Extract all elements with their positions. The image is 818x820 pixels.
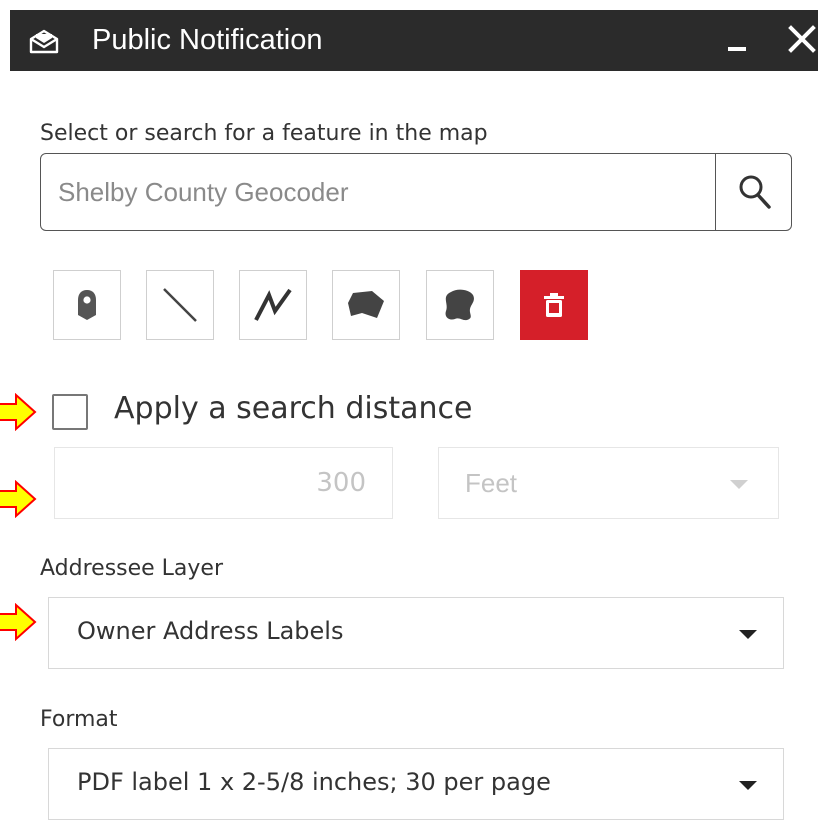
chevron-down-icon	[739, 630, 757, 639]
trash-icon	[544, 293, 564, 317]
addressee-layer-value: Owner Address Labels	[77, 617, 344, 645]
clear-drawing-button[interactable]	[520, 270, 588, 340]
panel-title: Public Notification	[92, 24, 323, 56]
search-label: Select or search for a feature in the ma…	[40, 121, 488, 146]
draw-line-button[interactable]	[146, 270, 214, 340]
chevron-down-icon	[730, 480, 748, 489]
callout-arrow-icon	[0, 480, 37, 518]
panel-header: Public Notification	[10, 10, 818, 71]
line-icon	[163, 288, 197, 322]
draw-polygon-button[interactable]	[332, 270, 400, 340]
search-button[interactable]	[715, 154, 791, 230]
search-distance-label[interactable]: Apply a search distance	[114, 391, 472, 426]
search-box	[40, 153, 792, 231]
search-icon	[739, 175, 771, 209]
distance-unit-value: Feet	[465, 468, 518, 498]
format-label: Format	[40, 707, 118, 732]
draw-polyline-button[interactable]	[239, 270, 307, 340]
draw-freehand-polygon-button[interactable]	[426, 270, 494, 340]
addressee-layer-label: Addressee Layer	[40, 556, 224, 581]
callout-arrow-icon	[0, 393, 37, 431]
distance-unit-select[interactable]: Feet	[438, 447, 779, 519]
distance-input[interactable]	[54, 447, 393, 519]
envelope-icon	[29, 29, 59, 54]
polygon-icon	[348, 291, 384, 318]
format-value: PDF label 1 x 2-5/8 inches; 30 per page	[77, 768, 551, 796]
map-pin-icon	[78, 290, 96, 320]
freehand-polygon-icon	[445, 289, 474, 321]
addressee-layer-select[interactable]: Owner Address Labels	[48, 597, 784, 669]
callout-arrow-icon	[0, 603, 37, 641]
draw-point-button[interactable]	[53, 270, 121, 340]
search-input[interactable]	[42, 155, 714, 229]
search-distance-checkbox[interactable]	[52, 394, 88, 430]
format-select[interactable]: PDF label 1 x 2-5/8 inches; 30 per page	[48, 748, 784, 820]
minimize-button[interactable]	[725, 26, 755, 56]
chevron-down-icon	[739, 781, 757, 790]
polyline-icon	[254, 288, 292, 321]
close-icon[interactable]	[785, 22, 818, 56]
